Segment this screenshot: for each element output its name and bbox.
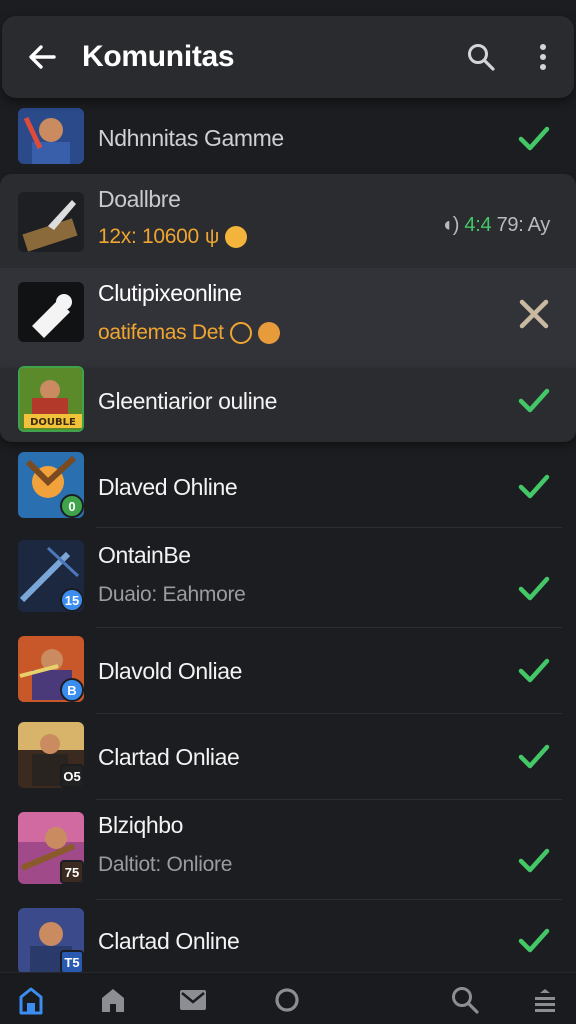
item-title: Doallbre <box>98 186 181 212</box>
mail-icon <box>180 990 206 1010</box>
more-vertical-icon <box>540 44 546 70</box>
nav-home[interactable] <box>96 983 130 1017</box>
item-title: Dlavold Onliae <box>98 658 242 684</box>
item-title: Clutipixeonline <box>98 280 242 306</box>
thumbnail-badge: 0 <box>60 494 84 518</box>
list-item[interactable]: Doallbre 12x: 10600 ψ ◖) 4:4 79: Ay <box>0 174 576 268</box>
item-subtitle: oatifemas Det <box>98 321 224 344</box>
item-title: Clartad Onliae <box>98 744 240 770</box>
app-bar: Komunitas <box>2 16 574 98</box>
circle-icon <box>275 988 299 1012</box>
list-item[interactable]: DOUBLE Gleentiarior ouline <box>0 366 576 442</box>
game-thumbnail: 0 <box>18 452 84 518</box>
bottom-navigation <box>0 972 576 1024</box>
emoji-icon <box>224 226 247 248</box>
nav-home-active[interactable] <box>14 983 48 1017</box>
check-icon <box>514 920 554 960</box>
thumbnail-badge: B <box>60 678 84 702</box>
check-icon <box>514 650 554 690</box>
more-options-button[interactable] <box>512 16 574 98</box>
nav-messages[interactable] <box>176 983 210 1017</box>
game-thumbnail <box>18 282 84 342</box>
item-title: Ndhnnitas Gamme <box>98 125 284 151</box>
list-item[interactable]: 0 Dlaved Ohline <box>0 442 576 528</box>
home-icon <box>102 989 124 1012</box>
game-thumbnail: 75 <box>18 812 84 884</box>
arrow-left-icon <box>29 45 56 69</box>
thumbnail-label: DOUBLE <box>30 417 76 428</box>
home-active-icon <box>19 987 43 1015</box>
game-thumbnail <box>18 108 84 164</box>
item-title: OntainBe <box>98 542 191 568</box>
meta-time: 4:4 <box>464 214 492 236</box>
coin-icon <box>229 322 252 344</box>
check-icon <box>514 568 554 608</box>
item-title: Gleentiarior ouline <box>98 388 278 414</box>
emoji-icon <box>257 322 280 344</box>
check-icon <box>514 466 554 506</box>
menu-icon <box>535 989 555 1012</box>
nav-menu[interactable] <box>528 983 562 1017</box>
list-item[interactable]: B Dlavold Onliae <box>0 628 576 714</box>
search-button[interactable] <box>450 16 512 98</box>
sound-icon: ◖) <box>440 214 460 236</box>
item-subtitle: Duaio: Eahmore <box>98 583 246 606</box>
search-icon <box>468 44 495 71</box>
check-icon <box>514 118 554 158</box>
list-item[interactable]: Clutipixeonline oatifemas Det <box>0 268 576 368</box>
meta-info: 79: Ay <box>496 214 551 236</box>
thumbnail-badge: O5 <box>60 764 84 788</box>
item-title: Dlaved Ohline <box>98 474 238 500</box>
search-icon <box>452 987 479 1014</box>
thumbnail-badge: T5 <box>60 950 84 972</box>
check-icon <box>514 840 554 880</box>
check-icon <box>514 380 554 420</box>
game-thumbnail: DOUBLE <box>18 366 84 432</box>
item-title: Clartad Online <box>98 928 240 954</box>
decline-button[interactable] <box>514 294 554 334</box>
list-item[interactable]: Ndhnnitas Gamme <box>0 98 576 174</box>
item-title: Blziqhbo <box>98 812 184 838</box>
page-title: Komunitas <box>82 40 235 73</box>
nav-activity[interactable] <box>270 983 304 1017</box>
item-subtitle: Daltiot: Onliore <box>98 853 233 876</box>
nav-search[interactable] <box>448 983 482 1017</box>
check-icon <box>514 736 554 776</box>
game-thumbnail: T5 <box>18 908 84 972</box>
list-item[interactable]: 15 OntainBe Duaio: Eahmore <box>0 528 576 628</box>
game-thumbnail <box>18 192 84 252</box>
game-thumbnail: O5 <box>18 722 84 788</box>
game-thumbnail: 15 <box>18 540 84 612</box>
item-subtitle: 12x: 10600 <box>98 225 199 248</box>
tools-cross-icon <box>519 299 549 329</box>
back-button[interactable] <box>2 16 82 98</box>
community-list: Ndhnnitas Gamme Doallbre 12x: 10600 ψ ◖)… <box>0 98 576 972</box>
game-thumbnail: B <box>18 636 84 702</box>
list-item[interactable]: T5 Clartad Online <box>0 900 576 972</box>
thumbnail-badge: 75 <box>60 860 84 884</box>
thumbnail-badge: 15 <box>60 588 84 612</box>
fire-icon: ψ <box>204 225 219 248</box>
list-item[interactable]: O5 Clartad Onliae <box>0 714 576 800</box>
list-item[interactable]: 75 Blziqhbo Daltiot: Onliore <box>0 800 576 900</box>
